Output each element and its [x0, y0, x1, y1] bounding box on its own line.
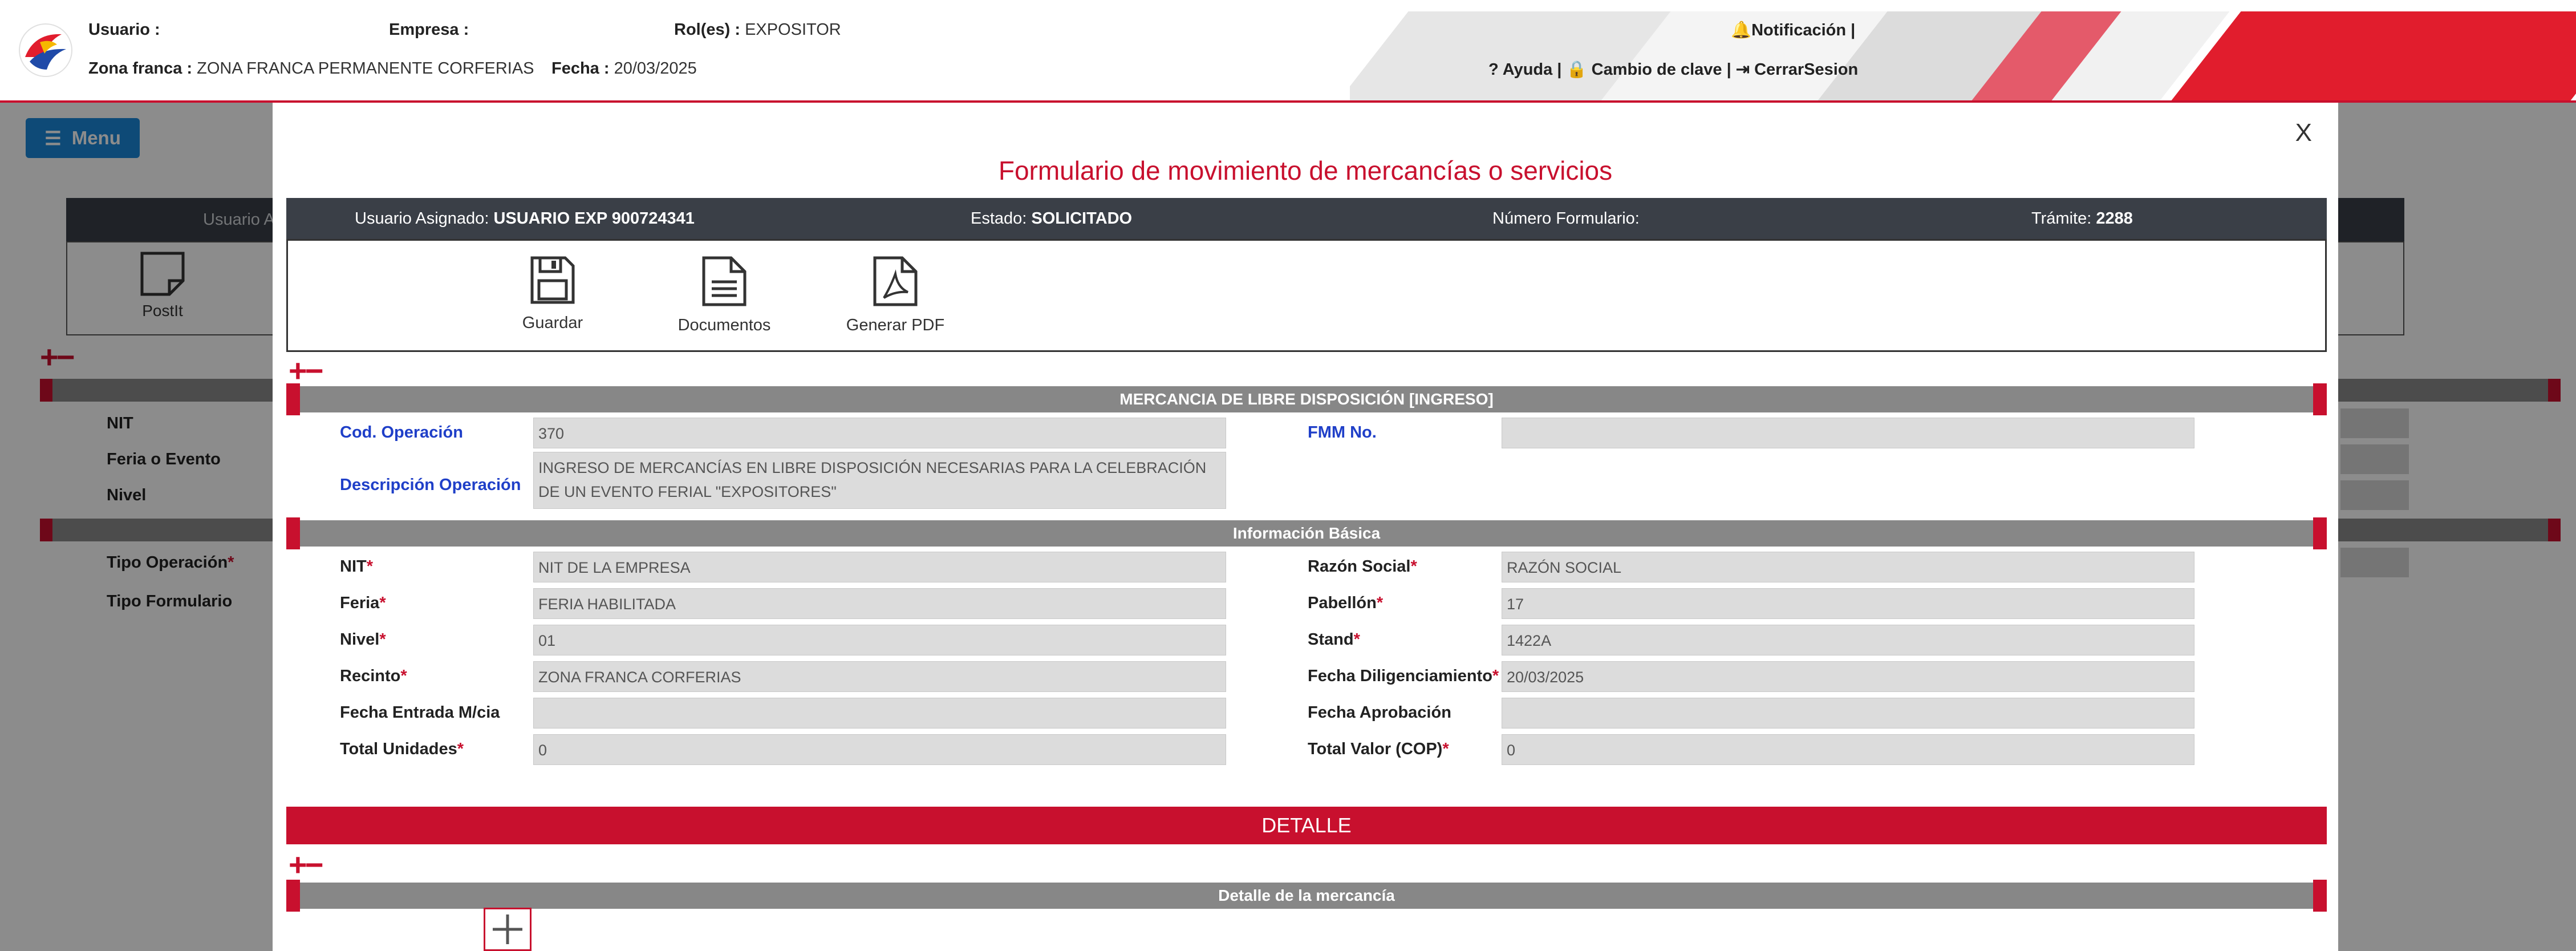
cod-operacion-label: Cod. Operación: [340, 423, 463, 442]
generar-pdf-button[interactable]: Generar PDF: [833, 254, 958, 335]
pabellon-label: Pabellón*: [1308, 594, 1384, 612]
section-informacion-basica: Información Básica: [286, 517, 2327, 549]
usuario-label: Usuario :: [88, 21, 160, 39]
recinto-field[interactable]: ZONA FRANCA CORFERIAS: [533, 661, 1226, 692]
numero-formulario: Número Formulario:: [1492, 209, 1640, 228]
nit-label: NIT*: [340, 557, 374, 576]
fecha-info: Fecha : 20/03/2025: [551, 59, 697, 78]
roles-info: Rol(es) : EXPOSITOR: [674, 21, 841, 39]
fecha-diligenciamiento-label: Fecha Diligenciamiento*: [1308, 667, 1499, 685]
pdf-icon: [873, 256, 918, 306]
form-info-bar: Usuario Asignado: USUARIO EXP 900724341 …: [286, 198, 2327, 239]
guardar-button[interactable]: Guardar: [490, 254, 615, 333]
total-valor-field[interactable]: 0: [1502, 734, 2194, 765]
modal-title: Formulario de movimiento de mercancías o…: [998, 156, 1613, 185]
recinto-label: Recinto*: [340, 667, 407, 685]
add-item-button[interactable]: [484, 908, 532, 951]
nivel-label: Nivel*: [340, 630, 386, 649]
feria-field[interactable]: FERIA HABILITADA: [533, 588, 1226, 619]
zona-franca-info: Zona franca : ZONA FRANCA PERMANENTE COR…: [88, 59, 534, 78]
tramite: Trámite: 2288: [2031, 209, 2133, 228]
expand-collapse-toggle[interactable]: +−: [289, 355, 323, 387]
fecha-entrada-field[interactable]: [533, 698, 1226, 729]
razon-social-label: Razón Social*: [1308, 557, 1417, 576]
top-header: Usuario : Empresa : Rol(es) : EXPOSITOR …: [0, 0, 2576, 103]
fecha-diligenciamiento-field[interactable]: 20/03/2025: [1502, 661, 2194, 692]
descripcion-operacion-label: Descripción Operación: [340, 476, 521, 494]
fecha-aprobacion-label: Fecha Aprobación: [1308, 703, 1451, 722]
pabellon-field[interactable]: 17: [1502, 588, 2194, 619]
close-button[interactable]: X: [2295, 119, 2312, 147]
section-mercancia: MERCANCIA DE LIBRE DISPOSICIÓN [INGRESO]: [286, 383, 2327, 415]
fecha-entrada-label: Fecha Entrada M/cia: [340, 703, 500, 722]
document-icon: [702, 256, 747, 306]
section-detalle-mercancia: Detalle de la mercancía: [286, 880, 2327, 912]
movimiento-modal: X Formulario de movimiento de mercancías…: [273, 103, 2338, 951]
form-actions-toolbar: Guardar Documentos Generar PDF: [286, 239, 2327, 352]
stand-label: Stand*: [1308, 630, 1360, 649]
total-valor-label: Total Valor (COP)*: [1308, 740, 1449, 758]
fecha-aprobacion-field[interactable]: [1502, 698, 2194, 729]
bell-icon: 🔔: [1731, 21, 1752, 39]
save-icon: [530, 256, 575, 304]
header-decoration: [1350, 11, 2576, 103]
usuario-asignado: Usuario Asignado: USUARIO EXP 900724341: [355, 209, 695, 228]
cod-operacion-field[interactable]: 370: [533, 418, 1226, 448]
nivel-field[interactable]: 01: [533, 625, 1226, 655]
fmm-field[interactable]: [1502, 418, 2194, 448]
plus-icon: [493, 914, 522, 944]
expand-collapse-toggle[interactable]: +−: [289, 849, 323, 881]
razon-social-field[interactable]: RAZÓN SOCIAL: [1502, 552, 2194, 582]
feria-label: Feria*: [340, 594, 386, 612]
stand-field[interactable]: 1422A: [1502, 625, 2194, 655]
detalle-button[interactable]: DETALLE: [286, 807, 2327, 844]
empresa-label: Empresa :: [389, 21, 469, 39]
nit-field[interactable]: NIT DE LA EMPRESA: [533, 552, 1226, 582]
corferias-logo: [19, 23, 72, 77]
notificacion-link[interactable]: 🔔Notificación |: [1731, 21, 1855, 40]
documentos-button[interactable]: Documentos: [662, 254, 787, 335]
fmm-label: FMM No.: [1308, 423, 1377, 442]
header-links[interactable]: ? Ayuda | 🔒 Cambio de clave | ⇥ CerrarSe…: [1488, 59, 1858, 79]
total-unidades-label: Total Unidades*: [340, 740, 464, 758]
total-unidades-field[interactable]: 0: [533, 734, 1226, 765]
estado: Estado: SOLICITADO: [971, 209, 1133, 228]
descripcion-operacion-field[interactable]: INGRESO DE MERCANCÍAS EN LIBRE DISPOSICI…: [533, 452, 1226, 509]
